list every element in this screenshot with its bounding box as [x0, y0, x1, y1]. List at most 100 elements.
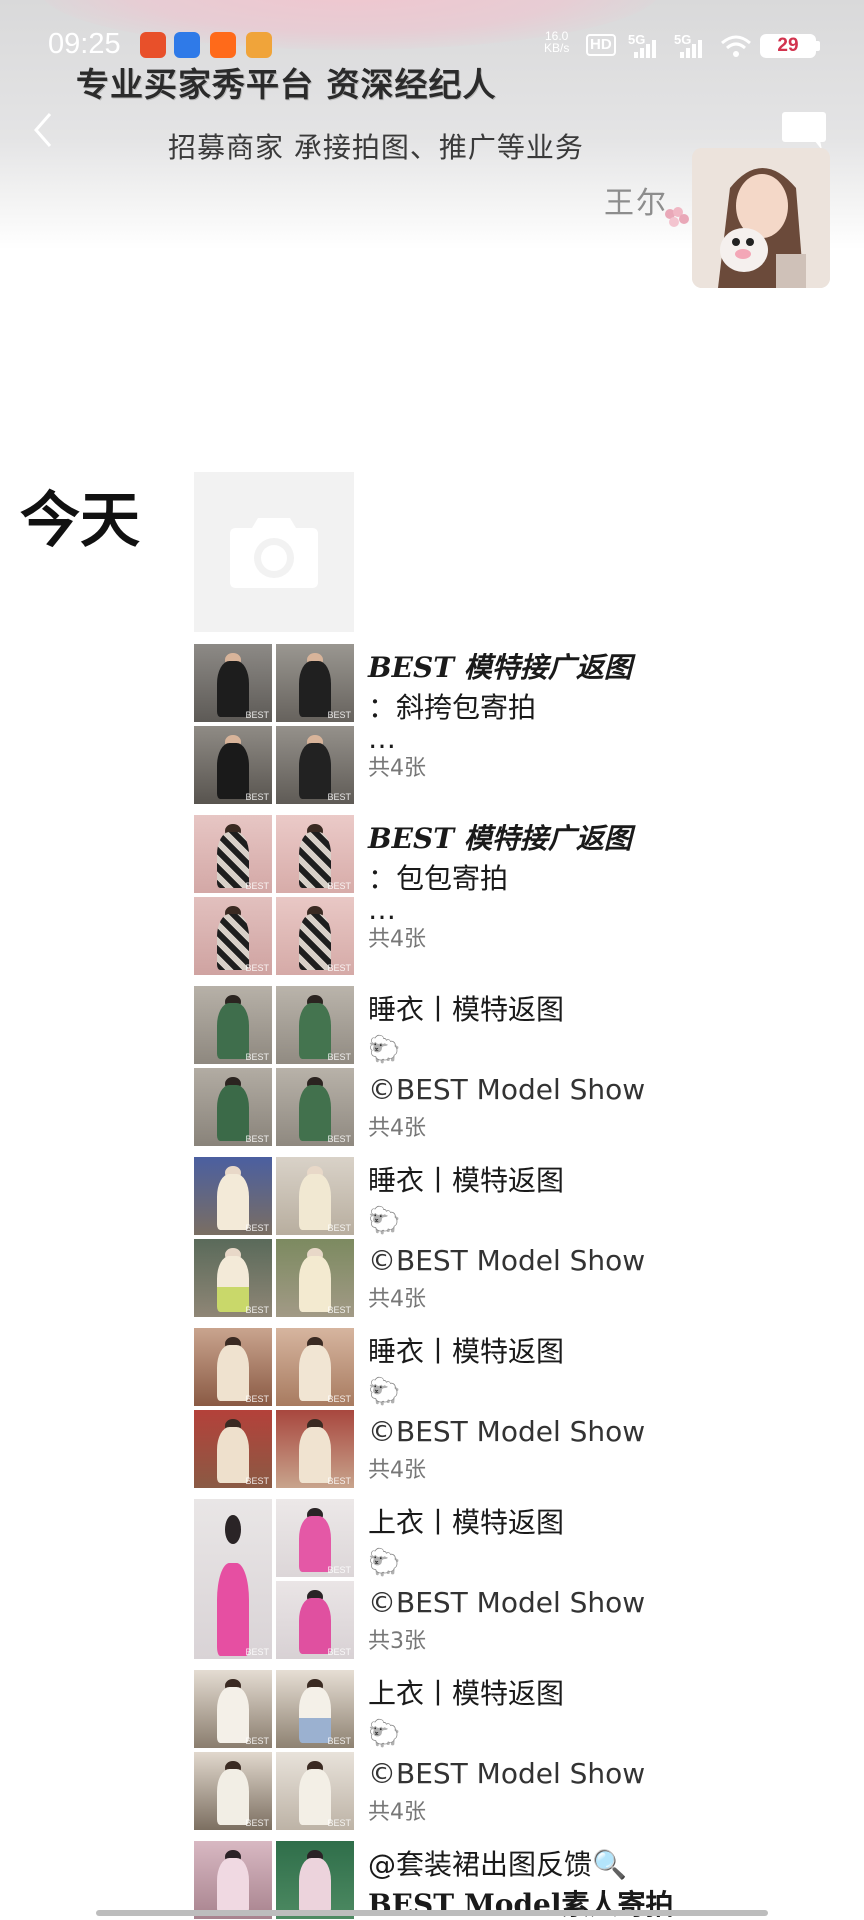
timeline-post[interactable]: BEST BEST BEST BEST 睡衣丨模特返图 🐑 ©BEST Mode… [194, 986, 754, 1146]
photo-watermark: BEST [327, 1476, 351, 1486]
photo-thumbnail: BEST [194, 1239, 272, 1317]
photo-thumbnail: BEST [194, 644, 272, 722]
home-indicator[interactable] [96, 1910, 768, 1916]
post-caption-line: ：包包寄拍 [368, 862, 509, 895]
photo-grid: BEST BEST BEST BEST [194, 644, 354, 804]
photo-thumbnail: BEST [276, 726, 354, 804]
photo-count: 共4张 [368, 1116, 426, 1141]
timeline-post[interactable]: BEST BEST BEST BEST 睡衣丨模特返图 🐑 ©BEST Mode… [194, 1157, 754, 1317]
post-caption-line: ：斜挎包寄拍 [368, 691, 537, 724]
photo-watermark: BEST [245, 1223, 269, 1233]
photo-thumbnail [276, 1841, 354, 1919]
photo-count: 共4张 [368, 927, 426, 952]
photo-thumbnail: BEST [194, 1157, 272, 1235]
timeline-post[interactable]: @套装裙出图反馈🔍 BEST Model素人寄拍 [194, 1841, 754, 1920]
photo-grid: BEST BEST BEST BEST [194, 1670, 354, 1830]
timeline-post[interactable]: BEST BEST BEST BEST 上衣丨模特返图 🐑 ©BEST Mode… [194, 1670, 754, 1830]
battery-tip [816, 41, 820, 51]
status-bar: 09:25 16.0 KB/s HD 5G 5G 29 [0, 22, 864, 70]
photo-watermark: BEST [327, 1052, 351, 1062]
timeline-post[interactable]: BEST BEST BEST BEST 睡衣丨模特返图 🐑 ©BEST Mode… [194, 1328, 754, 1488]
post-caption-line: 🐑 [368, 1206, 401, 1236]
post-caption-line: BEST 模特接广返图 [368, 822, 632, 855]
photo-count: 共3张 [368, 1629, 426, 1654]
photo-thumbnail: BEST [276, 1581, 354, 1659]
post-caption-line: ©BEST Model Show [368, 1244, 646, 1277]
notification-icon-weibo [246, 32, 272, 58]
avatar[interactable] [692, 148, 830, 288]
photo-thumbnail: BEST [276, 815, 354, 893]
post-caption-line: @套装裙出图反馈🔍 [368, 1848, 627, 1881]
photo-thumbnail: BEST [194, 1328, 272, 1406]
photo-watermark: BEST [327, 792, 351, 802]
post-caption-line: 🐑 [368, 1035, 401, 1065]
cover-name: 王尔 [604, 186, 668, 221]
post-caption-line: ©BEST Model Show [368, 1415, 646, 1448]
post-caption-line: … [368, 722, 396, 755]
photo-thumbnail [194, 1841, 272, 1919]
photo-watermark: BEST [327, 1305, 351, 1315]
post-caption: 睡衣丨模特返图 🐑 ©BEST Model Show 共4张 [368, 990, 754, 1144]
photo-thumbnail: BEST [276, 897, 354, 975]
photo-watermark: BEST [327, 1818, 351, 1828]
photo-watermark: BEST [245, 1476, 269, 1486]
wifi-icon [721, 35, 751, 57]
photo-grid: BEST BEST BEST BEST [194, 815, 354, 975]
message-bubble-icon[interactable] [780, 110, 828, 152]
battery-level: 29 [760, 34, 816, 58]
chevron-left-icon[interactable] [28, 108, 60, 152]
photo-watermark: BEST [327, 1565, 351, 1575]
photo-watermark: BEST [245, 1394, 269, 1404]
photo-watermark: BEST [327, 1223, 351, 1233]
photo-watermark: BEST [245, 1134, 269, 1144]
photo-watermark: BEST [245, 792, 269, 802]
photo-thumbnail: BEST [194, 897, 272, 975]
photo-grid [194, 1841, 354, 1920]
post-caption: 睡衣丨模特返图 🐑 ©BEST Model Show 共4张 [368, 1161, 754, 1315]
timeline-post[interactable]: BEST BEST BEST BEST BEST 模特接广返图 ：斜挎包寄拍 …… [194, 644, 754, 804]
post-caption-line: ©BEST Model Show [368, 1073, 646, 1106]
cover-subline: 招募商家 承接拍图、推广等业务 [168, 131, 584, 164]
post-caption: BEST 模特接广返图 ：包包寄拍 … 共4张 [368, 819, 754, 955]
photo-watermark: BEST [245, 1052, 269, 1062]
photo-watermark: BEST [327, 710, 351, 720]
post-caption: 睡衣丨模特返图 🐑 ©BEST Model Show 共4张 [368, 1332, 754, 1486]
post-caption: 上衣丨模特返图 🐑 ©BEST Model Show 共3张 [368, 1503, 754, 1657]
photo-thumbnail: BEST [194, 1410, 272, 1488]
photo-count: 共4张 [368, 1287, 426, 1312]
photo-watermark: BEST [327, 963, 351, 973]
photo-count: 共4张 [368, 756, 426, 781]
photo-watermark: BEST [245, 710, 269, 720]
photo-grid: BEST BEST BEST BEST [194, 1157, 354, 1317]
post-caption-line: 🐑 [368, 1719, 401, 1749]
photo-thumbnail: BEST [276, 1752, 354, 1830]
notification-icon-taobao [210, 32, 236, 58]
post-caption: @套装裙出图反馈🔍 BEST Model素人寄拍 [368, 1845, 754, 1920]
net-speed-unit: KB/s [544, 41, 570, 55]
post-caption-line: 睡衣丨模特返图 [368, 993, 565, 1026]
photo-thumbnail: BEST [276, 1328, 354, 1406]
photo-grid: BEST BEST BEST BEST [194, 1328, 354, 1488]
avatar-image [692, 148, 830, 288]
notification-icon-app2 [174, 32, 200, 58]
photo-thumbnail: BEST [276, 1410, 354, 1488]
photo-thumbnail: BEST [276, 1239, 354, 1317]
post-caption-line: 🐑 [368, 1548, 401, 1578]
post-caption-line: 上衣丨模特返图 [368, 1506, 565, 1539]
date-label: 今天 [20, 486, 140, 556]
battery-value: 29 [777, 35, 799, 56]
post-caption-line: BEST 模特接广返图 [368, 651, 632, 684]
photo-count: 共4张 [368, 1800, 426, 1825]
photo-thumbnail: BEST [194, 986, 272, 1064]
net-speed: 16.0 KB/s [544, 30, 569, 54]
timeline-post[interactable]: BEST BEST BEST 上衣丨模特返图 🐑 ©BEST Model Sho… [194, 1499, 754, 1659]
photo-grid: BEST BEST BEST [194, 1499, 354, 1659]
timeline-post[interactable]: BEST BEST BEST BEST BEST 模特接广返图 ：包包寄拍 … … [194, 815, 754, 975]
camera-upload-tile[interactable] [194, 472, 354, 632]
photo-thumbnail: BEST [276, 644, 354, 722]
post-caption-line: ©BEST Model Show [368, 1757, 646, 1790]
post-caption-line: 睡衣丨模特返图 [368, 1335, 565, 1368]
photo-thumbnail: BEST [276, 986, 354, 1064]
flower-icon [665, 207, 689, 227]
photo-watermark: BEST [327, 1647, 351, 1657]
